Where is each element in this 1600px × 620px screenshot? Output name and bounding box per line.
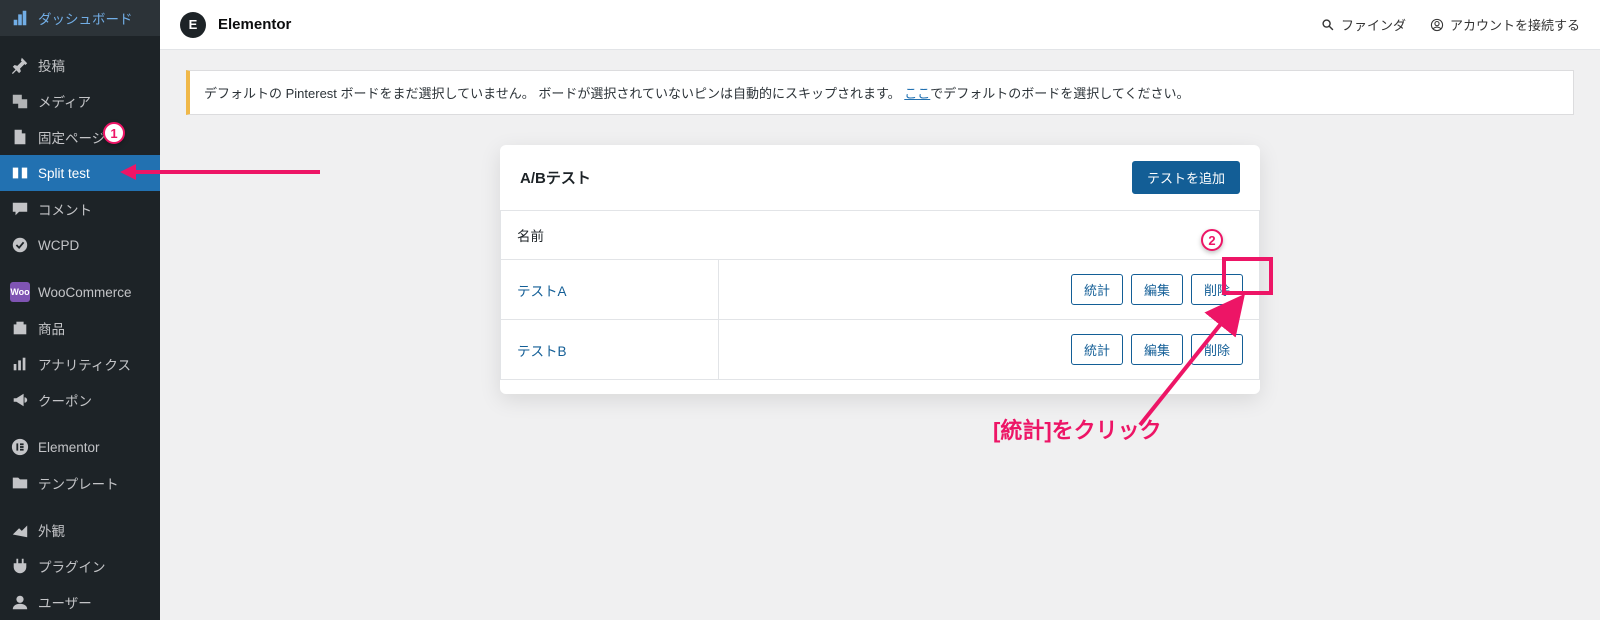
topbar: E Elementor ファインダ アカウントを接続する <box>160 0 1600 50</box>
main-content: E Elementor ファインダ アカウントを接続する デフォルトの Pint… <box>160 0 1600 620</box>
pinterest-notice: デフォルトの Pinterest ボードをまだ選択していません。 ボードが選択さ… <box>186 70 1574 115</box>
sidebar-item-appearance[interactable]: 外観 <box>0 512 160 548</box>
sidebar-item-media[interactable]: メディア <box>0 83 160 119</box>
sidebar-item-label: WooCommerce <box>38 285 132 300</box>
ab-test-card: A/Bテスト テストを追加 名前 テストA 統計 編集 <box>500 145 1260 394</box>
sidebar-item-label: WCPD <box>38 238 79 253</box>
sidebar-item-label: テンプレート <box>38 473 119 493</box>
sidebar-item-templates[interactable]: テンプレート <box>0 465 160 501</box>
connect-label: アカウントを接続する <box>1450 15 1580 34</box>
notice-link[interactable]: ここ <box>904 86 930 101</box>
comment-icon <box>10 199 30 219</box>
admin-sidebar: ダッシュボード 投稿 メディア 固定ページ Split test コメント WC… <box>0 0 160 620</box>
sidebar-item-label: アナリティクス <box>38 354 131 374</box>
notice-text: デフォルトの Pinterest ボードをまだ選択していません。 ボードが選択さ… <box>204 86 904 101</box>
split-icon <box>10 163 30 183</box>
appearance-icon <box>10 520 30 540</box>
row-name[interactable]: テストA <box>501 260 719 320</box>
sidebar-item-wcpd[interactable]: WCPD <box>0 227 160 263</box>
check-icon <box>10 235 30 255</box>
sidebar-item-dashboard[interactable]: ダッシュボード <box>0 0 160 36</box>
add-test-button[interactable]: テストを追加 <box>1132 161 1240 194</box>
finder-link[interactable]: ファインダ <box>1321 15 1406 34</box>
product-icon <box>10 318 30 338</box>
pin-icon <box>10 55 30 75</box>
sidebar-item-label: ダッシュボード <box>38 8 133 28</box>
sidebar-item-plugins[interactable]: プラグイン <box>0 548 160 584</box>
sidebar-item-products[interactable]: 商品 <box>0 310 160 346</box>
card-title: A/Bテスト <box>520 167 591 188</box>
table-row: テストA 統計 編集 削除 <box>501 260 1260 320</box>
sidebar-item-woocommerce[interactable]: Woo WooCommerce <box>0 274 160 310</box>
sidebar-item-label: 商品 <box>38 318 65 338</box>
table-row: テストB 統計 編集 削除 <box>501 320 1260 380</box>
user-icon <box>10 592 30 612</box>
user-circle-icon <box>1430 18 1444 32</box>
elementor-logo: E <box>180 12 206 38</box>
notice-text2: でデフォルトのボードを選択してください。 <box>930 86 1189 101</box>
connect-link[interactable]: アカウントを接続する <box>1430 15 1580 34</box>
sidebar-item-label: Elementor <box>38 440 100 455</box>
sidebar-item-label: 投稿 <box>38 55 65 75</box>
delete-button[interactable]: 削除 <box>1191 274 1243 305</box>
col-name-header: 名前 <box>501 211 1260 260</box>
stats-button[interactable]: 統計 <box>1071 274 1123 305</box>
sidebar-item-label: ユーザー <box>38 592 92 612</box>
sidebar-item-analytics[interactable]: アナリティクス <box>0 346 160 382</box>
edit-button[interactable]: 編集 <box>1131 334 1183 365</box>
dashboard-icon <box>10 8 30 28</box>
plugin-icon <box>10 556 30 576</box>
megaphone-icon <box>10 390 30 410</box>
search-icon <box>1321 18 1335 32</box>
sidebar-item-label: クーポン <box>38 390 92 410</box>
sidebar-item-label: 固定ページ <box>38 127 105 147</box>
sidebar-item-coupons[interactable]: クーポン <box>0 382 160 418</box>
sidebar-item-label: 外観 <box>38 520 65 540</box>
media-icon <box>10 91 30 111</box>
sidebar-item-label: メディア <box>38 91 91 111</box>
sidebar-item-comments[interactable]: コメント <box>0 191 160 227</box>
sidebar-item-split-test[interactable]: Split test <box>0 155 160 191</box>
edit-button[interactable]: 編集 <box>1131 274 1183 305</box>
folder-icon <box>10 473 30 493</box>
woo-icon: Woo <box>10 282 30 302</box>
finder-label: ファインダ <box>1341 15 1406 34</box>
page-title: Elementor <box>218 16 291 33</box>
sidebar-item-label: プラグイン <box>38 556 106 576</box>
sidebar-item-label: コメント <box>38 199 92 219</box>
sidebar-item-label: Split test <box>38 166 90 181</box>
chart-icon <box>10 354 30 374</box>
sidebar-item-elementor[interactable]: Elementor <box>0 429 160 465</box>
sidebar-item-pages[interactable]: 固定ページ <box>0 119 160 155</box>
row-name[interactable]: テストB <box>501 320 719 380</box>
page-icon <box>10 127 30 147</box>
delete-button[interactable]: 削除 <box>1191 334 1243 365</box>
sidebar-item-posts[interactable]: 投稿 <box>0 47 160 83</box>
sidebar-item-users[interactable]: ユーザー <box>0 584 160 620</box>
tests-table: 名前 テストA 統計 編集 削除 <box>500 210 1260 380</box>
stats-button[interactable]: 統計 <box>1071 334 1123 365</box>
elementor-icon <box>10 437 30 457</box>
